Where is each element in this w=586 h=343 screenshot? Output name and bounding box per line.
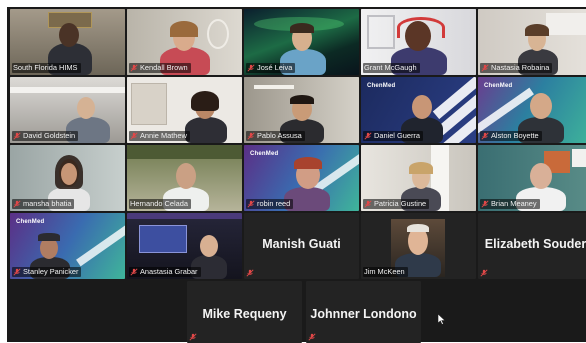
chenmed-logo: ChenMed [367,83,396,89]
participant-grid: South Florida HIMS Kendall Brown José Le… [10,9,586,279]
video-gallery: South Florida HIMS Kendall Brown José Le… [7,7,586,343]
participant-tile[interactable]: ChenMed Stanley Panicker [10,213,125,279]
participant-tile[interactable]: ChenMed Daniel Guerra [361,77,476,143]
muted-microphone-icon [246,269,254,277]
name-tag: mansha bhatia [12,199,75,209]
muted-microphone-icon [247,64,255,72]
muted-microphone-icon [481,132,489,140]
participant-name: Kendall Brown [140,63,188,72]
participant-tile[interactable]: ChenMed robin reed [244,145,359,211]
muted-microphone-icon [130,268,138,276]
participant-tile[interactable]: ChenMed Alston Boyette [478,77,586,143]
muted-microphone-icon [189,333,197,341]
name-tag: Patricia Gustine [363,199,430,209]
participant-name: Stanley Panicker [23,267,79,276]
participant-tile[interactable]: Annie Mathew [127,77,242,143]
participant-tile[interactable]: Anastasia Grabar [127,213,242,279]
participant-name: Johnner Londono [310,307,417,321]
participant-tile-video-off[interactable]: Elizabeth Souder [478,213,586,279]
participant-name: Jim McKeen [364,267,405,276]
participant-tile[interactable]: Kendall Brown [127,9,242,75]
participant-tile-video-off[interactable]: Manish Guati [244,213,359,279]
participant-name: South Florida HIMS [13,63,78,72]
name-tag: Hernando Celada [129,199,191,209]
participant-tile[interactable]: mansha bhatia [10,145,125,211]
participant-tile[interactable]: David Goldstein [10,77,125,143]
participant-name: Elizabeth Souder [484,237,586,251]
name-tag: José Leiva [246,63,296,73]
chenmed-logo: ChenMed [484,83,513,89]
muted-microphone-icon [13,132,21,140]
name-tag: robin reed [246,199,294,209]
participant-name: Grant McGaugh [364,63,417,72]
participant-name: Mike Requeny [202,307,287,321]
participant-name: Annie Mathew [140,131,187,140]
name-tag: Jim McKeen [363,267,408,277]
muted-microphone-icon [13,268,21,276]
participant-tile[interactable]: South Florida HIMS [10,9,125,75]
name-tag: Stanley Panicker [12,267,82,277]
participant-tile-video-off[interactable]: Johnner Londono [306,281,421,343]
name-tag: Brian Meaney [480,199,540,209]
participant-name: Manish Guati [262,237,341,251]
muted-microphone-icon [13,200,21,208]
name-tag: Grant McGaugh [363,63,420,73]
chenmed-logo: ChenMed [16,219,45,225]
participant-name: David Goldstein [23,131,76,140]
name-tag: Kendall Brown [129,63,191,73]
participant-tile[interactable]: Patricia Gustine [361,145,476,211]
name-tag: Daniel Guerra [363,131,424,141]
participant-tile[interactable]: Nastasia Robaina [478,9,586,75]
muted-microphone-icon [130,132,138,140]
name-tag: Alston Boyette [480,131,542,141]
participant-name: mansha bhatia [23,199,72,208]
participant-name: Pablo Assusa [257,131,302,140]
name-tag: Pablo Assusa [246,131,305,141]
muted-microphone-icon [364,132,372,140]
participant-tile-active-speaker[interactable]: Hernando Celada [127,145,242,211]
participant-name: robin reed [257,199,291,208]
mouse-pointer-icon [437,312,446,330]
muted-microphone-icon [247,200,255,208]
participant-name: Alston Boyette [491,131,539,140]
name-tag: Anastasia Grabar [129,267,201,277]
participant-name: Anastasia Grabar [140,267,198,276]
participant-tile[interactable]: Grant McGaugh [361,9,476,75]
participant-name: Nastasia Robaina [491,63,550,72]
name-tag: Nastasia Robaina [480,63,553,73]
muted-microphone-icon [481,200,489,208]
muted-microphone-icon [308,333,316,341]
muted-microphone-icon [364,200,372,208]
participant-tile-video-off[interactable]: Mike Requeny [187,281,302,343]
name-tag: South Florida HIMS [12,63,81,73]
muted-microphone-icon [481,64,489,72]
muted-microphone-icon [480,269,488,277]
participant-tile[interactable]: Pablo Assusa [244,77,359,143]
participant-tile[interactable]: Brian Meaney [478,145,586,211]
participant-name: Hernando Celada [130,199,188,208]
muted-microphone-icon [130,64,138,72]
name-tag: David Goldstein [12,131,79,141]
overflow-participant-row: Mike Requeny Johnner Londono [187,281,421,343]
chenmed-logo: ChenMed [250,151,279,157]
participant-name: Daniel Guerra [374,131,421,140]
muted-microphone-icon [247,132,255,140]
participant-name: Brian Meaney [491,199,537,208]
participant-name: Patricia Gustine [374,199,427,208]
participant-tile[interactable]: José Leiva [244,9,359,75]
participant-name: José Leiva [257,63,293,72]
participant-tile[interactable]: Jim McKeen [361,213,476,279]
name-tag: Annie Mathew [129,131,190,141]
